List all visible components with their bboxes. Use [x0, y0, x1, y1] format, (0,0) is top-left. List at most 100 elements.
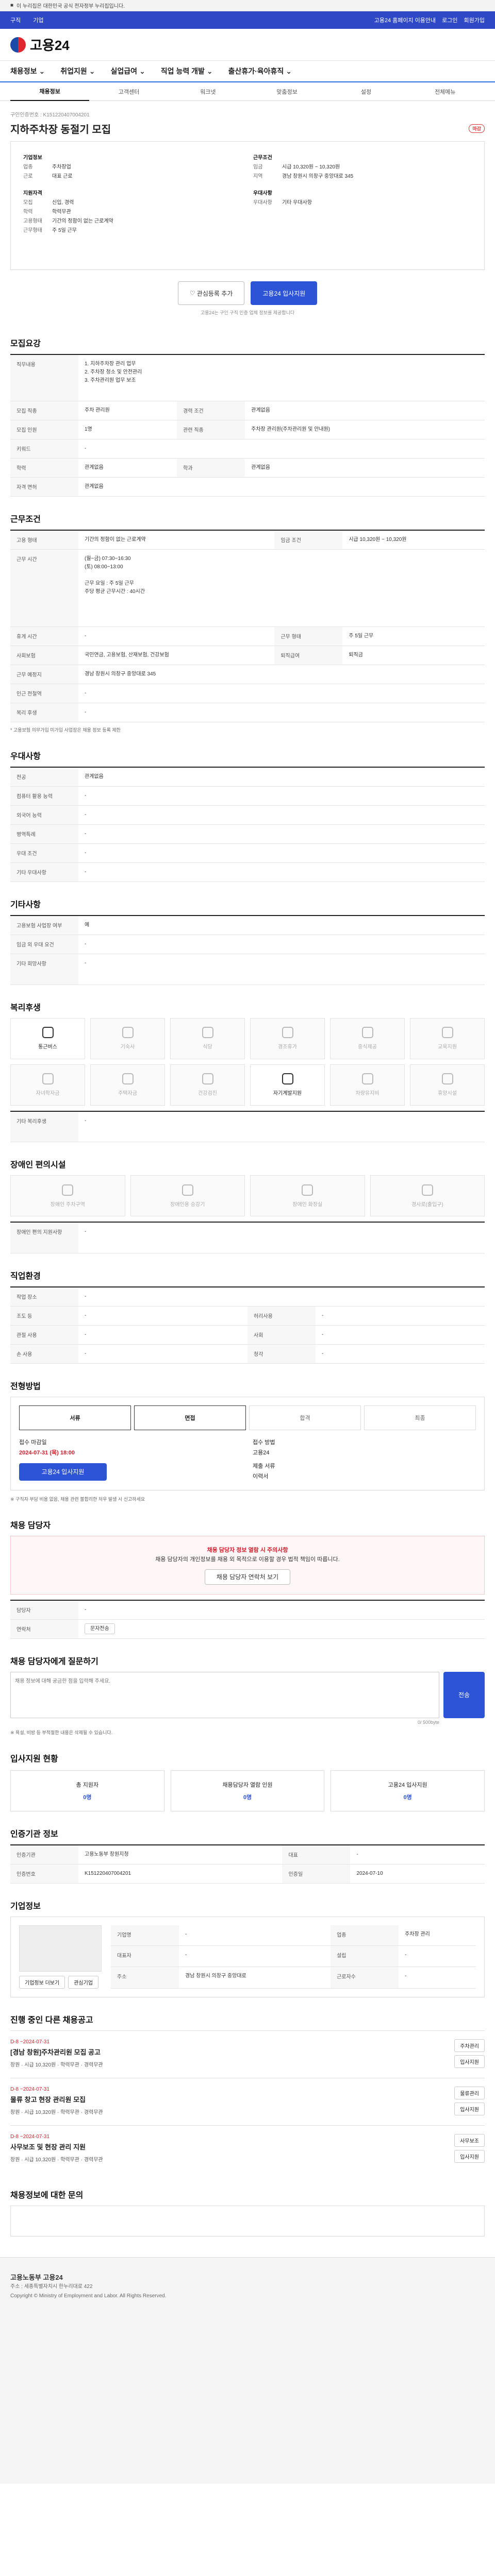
docs: 이력서	[253, 1473, 269, 1480]
process-note: ※ 구직자 부담 비용 없음, 채용 관련 불합리한 처우 발생 시 신고하세요	[10, 1496, 145, 1502]
status-box: 채용담당자 열람 인원 0명	[170, 1770, 325, 1811]
contact-warning: 채용 담당자 정보 열람 시 주의사항 채용 담당자의 개인정보를 채용 외 목…	[10, 1535, 485, 1595]
gnb-right-2[interactable]: 회원가입	[464, 16, 485, 24]
gift-icon	[282, 1027, 293, 1038]
step-2: 합격	[249, 1405, 361, 1430]
welfare-item: 경조휴가	[250, 1018, 325, 1059]
section-title-welfare: 복리후생	[10, 1003, 41, 1012]
step-0: 서류	[19, 1405, 131, 1430]
car-icon	[361, 1073, 373, 1084]
conditions-note: * 고용보험 의무가입 미가입 사업장은 채용 정보 등록 제한	[10, 727, 121, 733]
summary-kv-3: 임금 시급 10,320원 ~ 10,320원 지역 경남 창원시 의창구 중앙대로 …	[253, 164, 354, 179]
job-number: 구인인증번호 : K151220407004201	[10, 112, 90, 118]
welfare-item: 중식제공	[330, 1018, 405, 1059]
tab-0[interactable]: 채용정보	[10, 82, 90, 101]
apply-button[interactable]: 고용24 입사지원	[251, 281, 318, 305]
job-list: D-8 ~2024-07-31 [경남 창원]주차관리원 모집 공고 창원 · 시급…	[10, 2030, 485, 2173]
deadline: 2024-07-31 (목) 18:00	[19, 1449, 75, 1456]
gnb-left-0[interactable]: 구직	[10, 16, 21, 24]
status-box: 총 지원자 0명	[10, 1770, 164, 1811]
resort-icon	[441, 1073, 453, 1084]
main-menu: 채용정보 ⌄ 취업지원 ⌄ 실업급여 ⌄ 직업 능력 개발 ⌄ 출산휴가·육아휴직 ⌄	[0, 61, 495, 82]
summary-right-heading: 근무조건	[253, 155, 272, 161]
facility-item: 장애인용 승강기	[130, 1175, 245, 1216]
step-3: 최종	[364, 1405, 476, 1430]
tab-1[interactable]: 고객센터	[89, 88, 168, 96]
gnb-right-1[interactable]: 로그인	[442, 16, 457, 24]
apply-chip[interactable]: 입사지원	[454, 2149, 485, 2163]
question-box: 0/ 500byte 전송	[10, 1671, 485, 1725]
facility-item: 장애인 주차구역	[10, 1175, 125, 1216]
welfare-item: 주택자금	[90, 1064, 165, 1106]
section-title-process: 전형방법	[10, 1382, 41, 1391]
facility-item: 경사로(출입구)	[370, 1175, 485, 1216]
apply-chip[interactable]: 입사지원	[454, 2055, 485, 2068]
section-title-etc: 기타사항	[10, 900, 41, 909]
welfare-item: 통근버스	[10, 1018, 85, 1059]
chevron-down-icon: ⌄	[39, 66, 45, 75]
summary-box: 기업정보 업종 주차장업 근로 대표 근로 지원자격 모집 신입, 경력 학력 학력무관 고용…	[10, 141, 485, 270]
welfare-item: 교육지원	[410, 1018, 485, 1059]
job-title: 지하주차장 동절기 모집	[10, 124, 111, 135]
sms-button[interactable]: 문자전송	[85, 1623, 115, 1634]
deadline-label: 접수 마감일	[19, 1439, 47, 1446]
meal-icon	[361, 1027, 373, 1038]
gnb-right-0[interactable]: 고용24 홈페이지 이용안내	[374, 16, 436, 24]
cert-table: 인증기관 고용노동부 창원지청 대표 - 인증번호 K151220407004201 인증…	[10, 1844, 485, 1884]
section-title-env: 직업환경	[10, 1272, 41, 1281]
conditions-table: 고용 형태 기간의 정함이 없는 근로계약 임금 조건 시급 10,320원 ~ 10…	[10, 529, 485, 722]
send-button[interactable]: 전송	[443, 1671, 485, 1718]
toilet-icon	[302, 1184, 314, 1196]
welfare-icons: 통근버스 기숙사 식당 경조휴가 중식제공 교육지원 자녀학자금 주택자금 건강…	[10, 1018, 485, 1106]
contact-table: 담당자 - 연락처 문자전송	[10, 1599, 485, 1639]
notice-text: 고용24는 구인 구직 인증 업체 정보를 제공합니다	[200, 310, 295, 315]
welfare-item: 자기계발지원	[250, 1064, 325, 1106]
section-title-pref: 우대사항	[10, 752, 41, 761]
chevron-down-icon: ⌄	[286, 66, 292, 75]
welfare-item: 건강검진	[170, 1064, 245, 1106]
list-item[interactable]: D-8 ~2024-07-31 물류 창고 현장 관리원 모집 창원 · 시급 10…	[10, 2077, 485, 2125]
show-contact-button[interactable]: 채용 담당자 연락처 보기	[204, 1569, 291, 1585]
question-note: ※ 욕설, 비방 등 부적절한 내용은 삭제될 수 있습니다.	[10, 1730, 113, 1735]
home-icon	[122, 1027, 134, 1038]
facility-other: 장애인 편의 지원사항 -	[10, 1222, 485, 1253]
gnb-left-1[interactable]: 기업	[33, 16, 43, 24]
apply-method-label: 접수 방법	[253, 1439, 275, 1446]
section-title-recruit: 모집요강	[10, 340, 41, 348]
summary-right-heading-2: 우대사항	[253, 191, 272, 196]
menu-item-2[interactable]: 실업급여 ⌄	[111, 66, 145, 76]
logo[interactable]: 고용24	[10, 35, 70, 54]
env-table: 작업 장소 - 조도 등 - 허리사용 - 관절 사용 - 사회 - 손 사용 - 청각 -	[10, 1286, 485, 1364]
apply-chip[interactable]: 입사지원	[454, 2102, 485, 2115]
favorite-company-button[interactable]: 관심기업	[68, 1975, 98, 1989]
summary-left-heading: 기업정보	[23, 155, 42, 161]
section-title-conditions: 근무조건	[10, 515, 41, 524]
tab-5[interactable]: 전체메뉴	[406, 88, 485, 96]
save-button[interactable]: ♡ 관심등록 추가	[177, 281, 245, 305]
list-item[interactable]: D-8 ~2024-07-31 사무보조 및 현장 관리 지원 창원 · 시급 10…	[10, 2125, 485, 2173]
apply-button-2[interactable]: 고용24 입사지원	[19, 1463, 107, 1481]
ramp-icon	[421, 1184, 433, 1196]
menu-item-4[interactable]: 출산휴가·육아휴직 ⌄	[228, 66, 292, 76]
tab-4[interactable]: 설정	[326, 88, 405, 96]
process-card: 서류 면접 합격 최종 접수 마감일 2024-07-31 (목) 18:00 고…	[10, 1396, 485, 1490]
bus-icon	[42, 1027, 54, 1038]
gov-banner: ■ 이 누리집은 대한민국 공식 전자정부 누리집입니다.	[0, 0, 495, 11]
byte-count: 0/ 500byte	[417, 1719, 439, 1725]
study-icon	[282, 1073, 293, 1084]
tab-3[interactable]: 맞춤정보	[248, 88, 326, 96]
tab-2[interactable]: 워크넷	[169, 88, 248, 96]
summary-left-heading-2: 지원자격	[23, 191, 42, 196]
section-title-question: 채용 담당자에게 질문하기	[10, 1657, 98, 1666]
company-more-button[interactable]: 기업정보 더보기	[19, 1975, 65, 1989]
welfare-item: 자녀학자금	[10, 1064, 85, 1106]
header: 고용24	[0, 29, 495, 61]
menu-item-3[interactable]: 직업 능력 개발 ⌄	[161, 66, 213, 76]
recruit-table: 직무내용 1. 지하주차장 관리 업무 2. 주차장 청소 및 안전관리 3. 주…	[10, 354, 485, 497]
menu-item-1[interactable]: 취업지원 ⌄	[60, 66, 95, 76]
menu-item-0[interactable]: 채용정보 ⌄	[10, 66, 45, 76]
step-1: 면접	[134, 1405, 246, 1430]
list-item[interactable]: D-8 ~2024-07-31 [경남 창원]주차관리원 모집 공고 창원 · 시급…	[10, 2030, 485, 2078]
question-input[interactable]	[10, 1671, 439, 1718]
status-box: 고용24 입사지원 0명	[331, 1770, 485, 1811]
